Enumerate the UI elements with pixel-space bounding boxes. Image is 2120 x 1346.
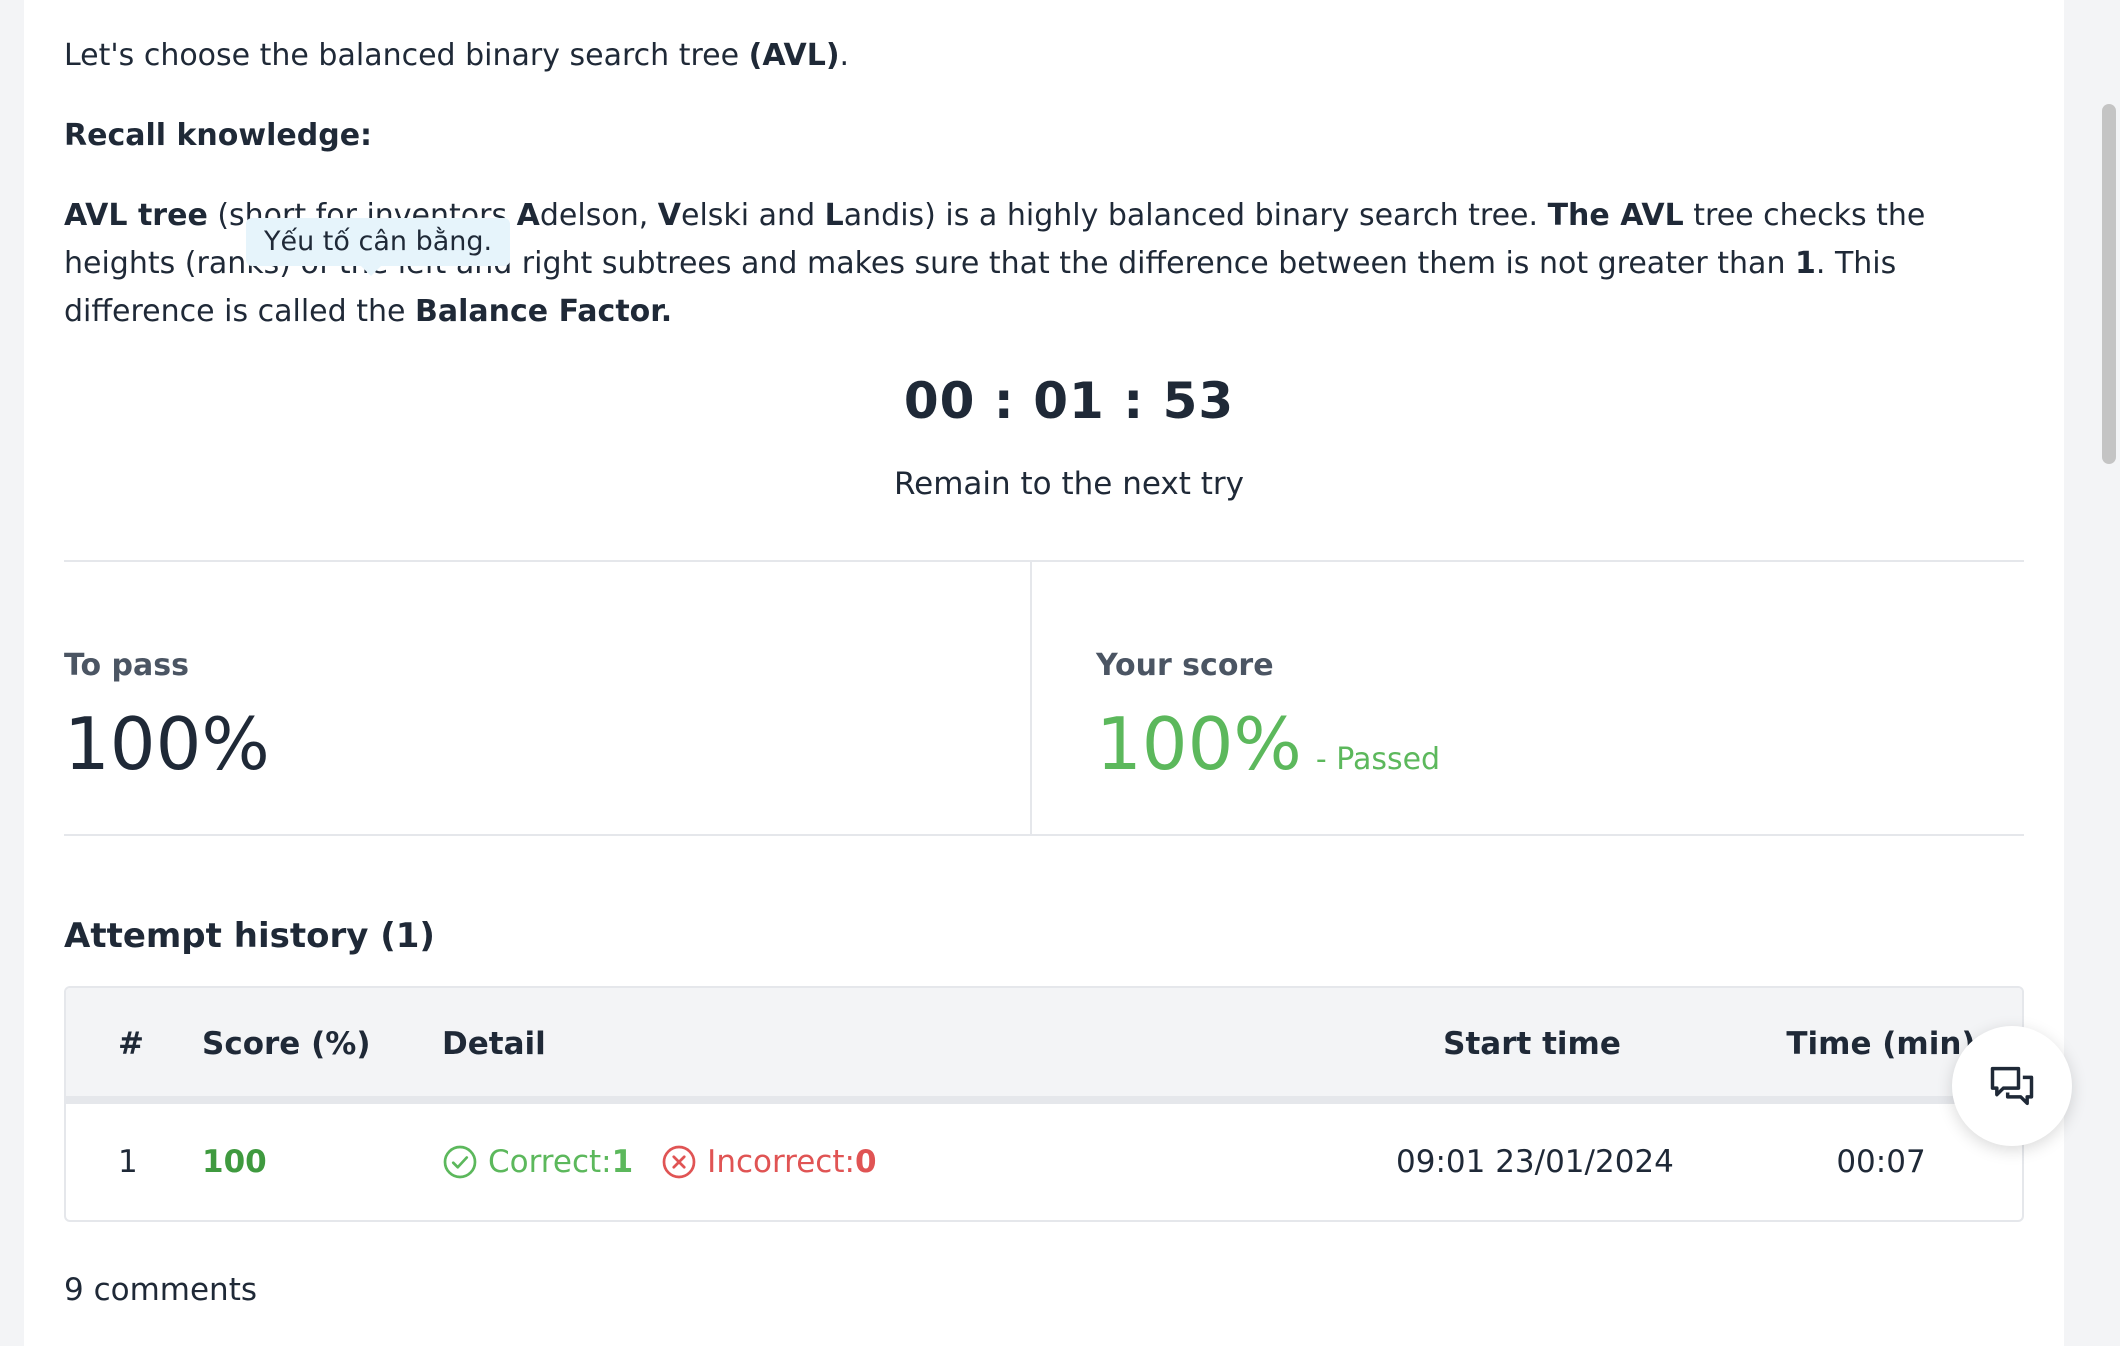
chat-button[interactable]: [1952, 1026, 2072, 1146]
check-circle-icon: [443, 1145, 477, 1179]
your-score-value: 100%: [1096, 702, 1302, 786]
retry-countdown-label: Remain to the next try: [893, 466, 1244, 502]
pass-status: - Passed: [1315, 742, 1441, 777]
avl-text-3: elski and: [681, 198, 825, 233]
chat-bubbles-icon: [1990, 1066, 2034, 1106]
row-score: 100: [202, 1144, 267, 1180]
to-pass-panel: To pass 100%: [64, 562, 1032, 834]
your-score-value-wrap: 100% - Passed: [1096, 702, 1440, 786]
avl-initial-a: A: [516, 198, 540, 233]
your-score-label: Your score: [1096, 648, 1274, 683]
row-time: 00:07: [1836, 1144, 1926, 1180]
table-header: # Score (%) Detail Start time Time (min): [66, 988, 2022, 1104]
incorrect-count: Incorrect: 0: [661, 1144, 877, 1180]
retry-countdown: 00 : 01 : 53: [903, 372, 1235, 430]
the-avl-term: The AVL: [1547, 198, 1684, 233]
intro-bold: (AVL): [748, 38, 840, 73]
avl-text-2: delson,: [539, 198, 658, 233]
intro-paragraph: Let's choose the balanced binary search …: [64, 32, 849, 80]
column-header-detail: Detail: [442, 1026, 546, 1062]
row-detail: Correct: 1 Incorrect: 0: [442, 1144, 877, 1180]
score-summary: To pass 100% Your score 100% - Passed: [64, 560, 2024, 836]
incorrect-value: 0: [854, 1144, 877, 1180]
attempt-history-table: # Score (%) Detail Start time Time (min)…: [64, 986, 2024, 1222]
correct-count: Correct: 1: [442, 1144, 633, 1180]
intro-text: Let's choose the balanced binary search …: [64, 38, 749, 73]
lesson-card: Let's choose the balanced binary search …: [24, 0, 2064, 1346]
avl-initial-l: L: [824, 198, 844, 233]
recall-heading: Recall knowledge:: [64, 118, 373, 153]
column-header-score: Score (%): [202, 1026, 371, 1062]
x-circle-icon: [662, 1145, 696, 1179]
balance-factor-term: Balance Factor.: [415, 294, 673, 329]
incorrect-label: Incorrect:: [707, 1144, 855, 1180]
row-start-time: 09:01 23/01/2024: [1396, 1144, 1674, 1180]
to-pass-label: To pass: [64, 648, 189, 683]
avl-term[interactable]: AVL tree: [64, 198, 208, 233]
column-header-start-time: Start time: [1443, 1026, 1621, 1062]
comments-count[interactable]: 9 comments: [64, 1272, 257, 1308]
to-pass-value: 100%: [64, 702, 270, 786]
correct-value: 1: [611, 1144, 634, 1180]
column-header-number: #: [118, 1026, 144, 1062]
attempt-history-title: Attempt history (1): [64, 916, 435, 956]
avl-text-4: andis) is a highly balanced binary searc…: [843, 198, 1548, 233]
your-score-panel: Your score 100% - Passed: [1032, 562, 2024, 834]
translation-tooltip: Yếu tố cân bằng.: [246, 218, 511, 276]
avl-initial-v: V: [657, 198, 681, 233]
avl-number-one: 1: [1795, 246, 1816, 281]
page-scrollbar-thumb[interactable]: [2102, 104, 2116, 464]
intro-end: .: [839, 38, 850, 73]
row-number: 1: [118, 1144, 138, 1180]
column-header-time: Time (min): [1786, 1026, 1976, 1062]
correct-label: Correct:: [488, 1144, 612, 1180]
